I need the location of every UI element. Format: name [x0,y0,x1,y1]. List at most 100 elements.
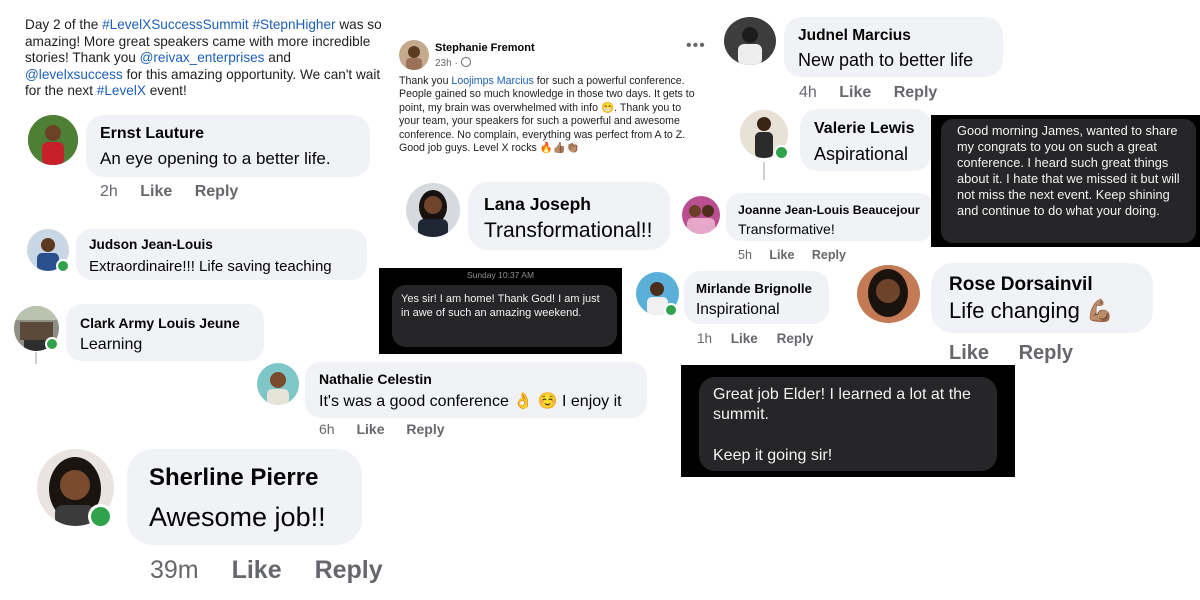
comment-judnel-marcius: Judnel Marcius New path to better life [784,17,1003,77]
hashtag-link[interactable]: #StepnHigher [252,17,335,32]
avatar-lana-joseph[interactable] [406,183,460,237]
comment-text: Transformational!! [484,219,653,242]
mention-link[interactable]: @reivax_enterprises [140,50,265,65]
avatar-judnel-marcius[interactable] [724,17,776,65]
globe-icon [460,57,471,67]
avatar-rose-dorsainvil[interactable] [857,265,920,323]
online-status-icon [774,145,789,160]
like-button[interactable]: Like [839,84,871,101]
like-button[interactable]: Like [949,342,989,364]
thread-line [763,162,765,180]
text-message-screenshot-1: Sunday 10:37 AM Yes sir! I am home! Than… [379,268,622,354]
comment-time: 5h [738,248,752,262]
post-text-part: event! [145,83,187,98]
comment-ernst-lauture: Ernst Lauture An eye opening to a better… [86,115,370,177]
comment-author[interactable]: Nathalie Celestin [319,371,432,387]
text-message-screenshot-3: Great job Elder! I learned a lot at the … [681,365,1015,477]
comment-text: Life changing 💪🏽 [949,298,1114,323]
comment-author[interactable]: Valerie Lewis [814,120,915,138]
hashtag-link[interactable]: #LevelXSuccessSummit [102,17,249,32]
comment-author[interactable]: Sherline Pierre [149,464,318,492]
comment-actions: Like Reply [949,342,1091,365]
message-bubble: Great job Elder! I learned a lot at the … [699,377,997,471]
comment-author[interactable]: Rose Dorsainvil [949,274,1093,296]
comment-time: 39m [150,556,199,584]
comment-actions: 4h Like Reply [799,84,955,102]
comment-actions: 2h Like Reply [100,183,256,201]
post-text-part: Day 2 of the [25,17,103,32]
comment-author[interactable]: Ernst Lauture [100,125,204,143]
avatar-nathalie-celestin[interactable] [257,363,299,405]
post-author[interactable]: Stephanie Fremont [435,42,535,54]
post-time: 23h · [435,58,461,69]
comment-sherline-pierre: Sherline Pierre Awesome job!! [127,449,362,545]
comment-author[interactable]: Judnel Marcius [798,27,911,45]
message-bubble: Good morning James, wanted to share my c… [941,119,1196,243]
comment-actions: 39m Like Reply [150,556,401,585]
comment-actions: 6h Like Reply [319,421,463,437]
comment-clark-army-louis-jeune: Clark Army Louis Jeune Learning [66,304,264,361]
like-button[interactable]: Like [731,331,758,346]
comment-actions: 1h Like Reply [697,331,831,346]
comment-judson-jean-louis: Judson Jean-Louis Extraordinaire!!! Life… [76,229,367,280]
comment-text: Awesome job!! [149,502,326,532]
online-status-icon [88,504,113,529]
post-text-levelx-day2: Day 2 of the #LevelXSuccessSummit #Stepn… [25,17,390,100]
comment-author[interactable]: Judson Jean-Louis [89,237,213,252]
comment-time: 1h [697,331,713,346]
reply-button[interactable]: Reply [406,421,444,437]
avatar-ernst-lauture[interactable] [28,115,78,165]
comment-nathalie-celestin: Nathalie Celestin It's was a good confer… [305,362,647,418]
comment-text: Transformative! [738,221,835,237]
comment-joanne-jean-louis-beaucejour: Joanne Jean-Louis Beaucejour Transformat… [726,193,934,241]
hashtag-link[interactable]: #LevelX [97,83,146,98]
comment-text: Aspirational [814,144,909,164]
like-button[interactable]: Like [769,248,794,262]
post-text-part: Thank you [399,75,452,87]
post-text-part: and [264,50,291,65]
like-button[interactable]: Like [232,556,282,584]
like-button[interactable]: Like [356,421,384,437]
online-status-icon [45,337,59,351]
comment-author[interactable]: Clark Army Louis Jeune [80,315,240,331]
mention-link[interactable]: Loojimps Marcius [451,75,533,87]
reply-button[interactable]: Reply [195,183,239,200]
mention-link[interactable]: @levelxsuccess [25,67,123,82]
message-text: Great job Elder! I learned a lot at the … [713,386,971,423]
comment-text: An eye opening to a better life. [100,149,331,168]
comment-text: It's was a good conference 👌 ☺️ I enjoy … [319,393,622,410]
comment-text: Inspirational [696,301,780,318]
comment-time: 4h [799,84,817,101]
reply-button[interactable]: Reply [1019,342,1073,364]
online-status-icon [56,259,70,273]
comment-text: Learning [80,336,143,353]
avatar-joanne-jean-louis-beaucejour[interactable] [682,196,720,234]
like-button[interactable]: Like [140,183,172,200]
reply-button[interactable]: Reply [894,84,938,101]
reply-button[interactable]: Reply [777,331,814,346]
comment-mirlande-brignolle: Mirlande Brignolle Inspirational [684,271,829,324]
message-timestamp: Sunday 10:37 AM [466,270,535,280]
post-text-stephanie: Thank you Loojimps Marcius for such a po… [399,75,701,155]
avatar-stephanie-fremont[interactable] [399,40,429,70]
comment-valerie-lewis: Valerie Lewis Aspirational [800,109,932,171]
message-text: Yes sir! I am home! Thank God! I am just… [401,293,600,319]
more-options-icon[interactable]: ••• [686,37,706,55]
online-status-icon [664,303,678,317]
comment-time: 6h [319,421,335,437]
message-bubble: Yes sir! I am home! Thank God! I am just… [392,285,617,347]
message-text: Good morning James, wanted to share my c… [957,123,1180,218]
reply-button[interactable]: Reply [315,556,383,584]
reply-button[interactable]: Reply [812,248,846,262]
message-text: Keep it going sir! [713,447,833,464]
text-message-screenshot-2: Good morning James, wanted to share my c… [931,115,1200,247]
comment-text: New path to better life [798,50,974,70]
thread-line [35,352,37,364]
comment-actions: 5h Like Reply [738,248,864,262]
comment-lana-joseph: Lana Joseph Transformational!! [468,182,670,250]
comment-author[interactable]: Mirlande Brignolle [696,281,812,296]
comment-author[interactable]: Joanne Jean-Louis Beaucejour [738,203,920,217]
comment-rose-dorsainvil: Rose Dorsainvil Life changing 💪🏽 [931,263,1153,333]
post-meta: 23h · [435,57,471,69]
comment-author[interactable]: Lana Joseph [484,194,591,215]
